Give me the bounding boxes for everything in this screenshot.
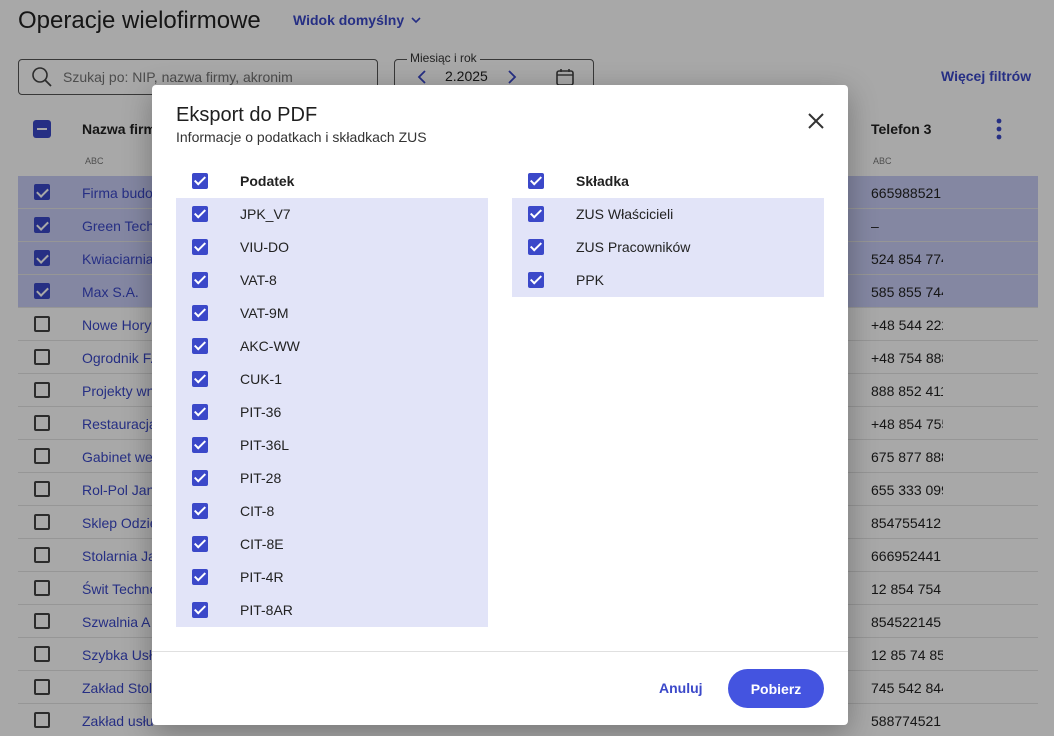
close-icon[interactable]: [806, 111, 826, 131]
contribution-checkbox[interactable]: [528, 206, 544, 222]
tax-checkbox[interactable]: [192, 338, 208, 354]
tax-checkbox[interactable]: [192, 602, 208, 618]
tax-label: CIT-8: [240, 503, 275, 519]
tax-label: VAT-9M: [240, 305, 289, 321]
tax-checkbox[interactable]: [192, 569, 208, 585]
dialog-title: Eksport do PDF: [176, 104, 318, 126]
tax-checkbox[interactable]: [192, 437, 208, 453]
contribution-checkbox[interactable]: [528, 272, 544, 288]
tax-group: Podatek JPK_V7 VIU-DO VAT-8 VAT-9M AKC-WW CUK…: [176, 165, 488, 627]
contribution-item[interactable]: PPK: [512, 264, 824, 297]
contribution-checkbox[interactable]: [528, 239, 544, 255]
tax-item[interactable]: PIT-8AR: [176, 594, 488, 627]
tax-item[interactable]: AKC-WW: [176, 330, 488, 363]
tax-checkbox[interactable]: [192, 470, 208, 486]
dialog-subtitle: Informacje o podatkach i składkach ZUS: [176, 129, 427, 145]
tax-item[interactable]: PIT-36L: [176, 429, 488, 462]
export-pdf-dialog: Eksport do PDF Informacje o podatkach i …: [152, 85, 848, 725]
tax-item[interactable]: CIT-8: [176, 495, 488, 528]
contribution-items-list: ZUS Właścicieli ZUS Pracowników PPK: [512, 198, 824, 297]
tax-checkbox[interactable]: [192, 239, 208, 255]
tax-select-all-checkbox[interactable]: [192, 173, 208, 189]
tax-item[interactable]: PIT-36: [176, 396, 488, 429]
tax-label: VAT-8: [240, 272, 277, 288]
contribution-label: ZUS Pracowników: [576, 239, 691, 255]
tax-label: AKC-WW: [240, 338, 300, 354]
contribution-group-header[interactable]: Składka: [512, 165, 824, 198]
tax-item[interactable]: VAT-8: [176, 264, 488, 297]
contribution-item[interactable]: ZUS Pracowników: [512, 231, 824, 264]
tax-checkbox[interactable]: [192, 206, 208, 222]
contribution-group-label: Składka: [576, 173, 629, 189]
contribution-select-all-checkbox[interactable]: [528, 173, 544, 189]
tax-item[interactable]: JPK_V7: [176, 198, 488, 231]
tax-item[interactable]: VIU-DO: [176, 231, 488, 264]
tax-label: PIT-28: [240, 470, 282, 486]
tax-checkbox[interactable]: [192, 305, 208, 321]
tax-label: PIT-36: [240, 404, 282, 420]
tax-checkbox[interactable]: [192, 503, 208, 519]
contribution-label: PPK: [576, 272, 605, 288]
download-button[interactable]: Pobierz: [728, 669, 824, 708]
tax-checkbox[interactable]: [192, 404, 208, 420]
tax-items-list: JPK_V7 VIU-DO VAT-8 VAT-9M AKC-WW CUK-1 PIT-36…: [176, 198, 488, 627]
tax-checkbox[interactable]: [192, 272, 208, 288]
tax-item[interactable]: CUK-1: [176, 363, 488, 396]
dialog-divider: [152, 651, 848, 652]
tax-label: VIU-DO: [240, 239, 289, 255]
tax-group-label: Podatek: [240, 173, 295, 189]
tax-item[interactable]: PIT-28: [176, 462, 488, 495]
cancel-button[interactable]: Anuluj: [659, 680, 703, 696]
contribution-label: ZUS Właścicieli: [576, 206, 674, 222]
tax-label: PIT-36L: [240, 437, 290, 453]
tax-label: CIT-8E: [240, 536, 284, 552]
tax-item[interactable]: CIT-8E: [176, 528, 488, 561]
tax-label: PIT-4R: [240, 569, 284, 585]
tax-label: CUK-1: [240, 371, 283, 387]
contribution-group: Składka ZUS Właścicieli ZUS Pracowników PP…: [512, 165, 824, 297]
tax-item[interactable]: PIT-4R: [176, 561, 488, 594]
contribution-item[interactable]: ZUS Właścicieli: [512, 198, 824, 231]
tax-checkbox[interactable]: [192, 536, 208, 552]
tax-group-header[interactable]: Podatek: [176, 165, 488, 198]
tax-checkbox[interactable]: [192, 371, 208, 387]
tax-label: JPK_V7: [240, 206, 291, 222]
tax-label: PIT-8AR: [240, 602, 293, 618]
tax-item[interactable]: VAT-9M: [176, 297, 488, 330]
